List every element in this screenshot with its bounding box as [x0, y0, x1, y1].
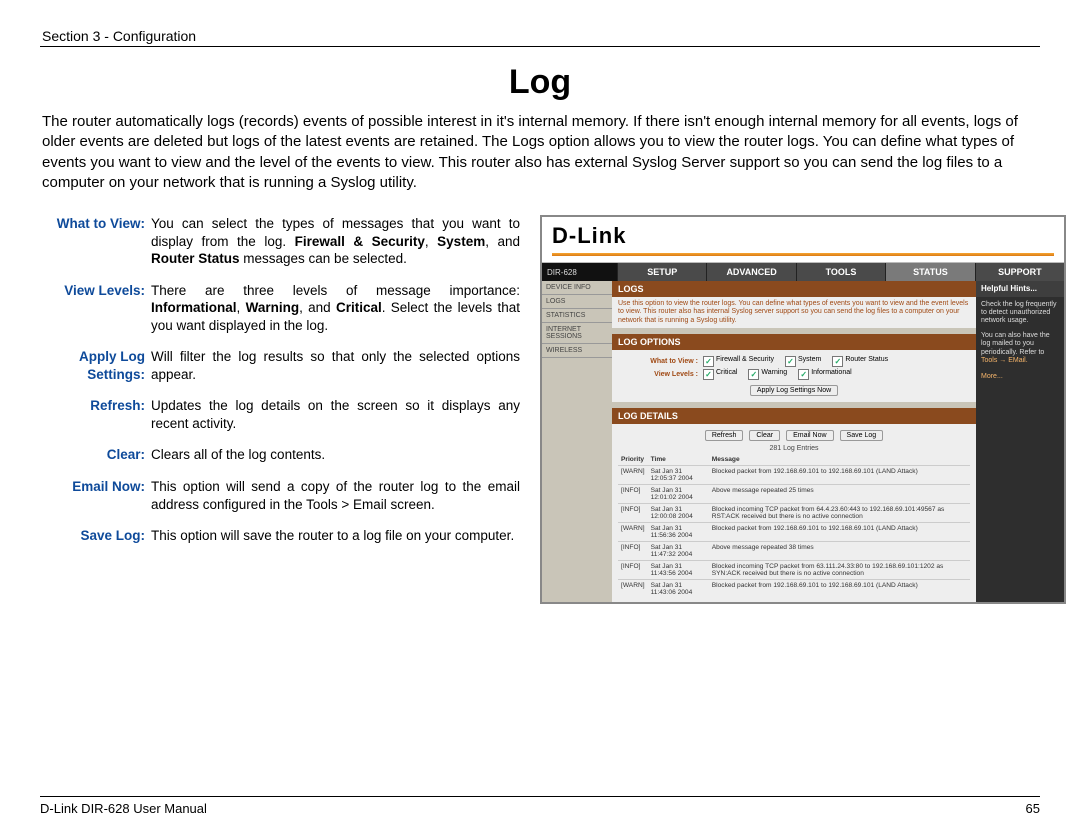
footer-page-number: 65 [1026, 801, 1040, 816]
sidebar-item[interactable]: LOGS [542, 295, 612, 309]
checkbox-label: System [798, 356, 821, 367]
save-log-button[interactable]: Save Log [840, 430, 884, 441]
refresh-button[interactable]: Refresh [705, 430, 744, 441]
logs-description: Use this option to view the router logs.… [612, 297, 976, 328]
def-term: What to View: [40, 215, 145, 268]
hints-text-1: Check the log frequently to detect unaut… [981, 301, 1059, 326]
nav-tab-tools[interactable]: TOOLS [796, 263, 885, 281]
checkbox[interactable]: ✓ [832, 356, 843, 367]
def-desc: Updates the log details on the screen so… [151, 397, 520, 432]
col-header: Message [709, 454, 970, 466]
table-row: [INFO]Sat Jan 31 11:47:32 2004Above mess… [618, 542, 970, 561]
hints-more-link[interactable]: More... [981, 373, 1059, 381]
sidebar-item[interactable]: DEVICE INFO [542, 281, 612, 295]
def-term: Save Log: [40, 527, 145, 545]
checkbox[interactable]: ✓ [798, 369, 809, 380]
log-details-header: LOG DETAILS [612, 408, 976, 424]
checkbox[interactable]: ✓ [748, 369, 759, 380]
brand-logo: D-Link [552, 223, 626, 248]
intro-paragraph: The router automatically logs (records) … [42, 112, 1038, 193]
checkbox[interactable]: ✓ [785, 356, 796, 367]
def-term: Email Now: [40, 478, 145, 513]
checkbox[interactable]: ✓ [703, 369, 714, 380]
col-header: Priority [618, 454, 648, 466]
table-row: [WARN]Sat Jan 31 11:43:06 2004Blocked pa… [618, 580, 970, 599]
router-screenshot: D-Link DIR-628 SETUPADVANCEDTOOLSSTATUSS… [540, 215, 1066, 604]
footer-left: D-Link DIR-628 User Manual [40, 801, 207, 816]
table-row: [INFO]Sat Jan 31 11:43:56 2004Blocked in… [618, 561, 970, 580]
model-label: DIR-628 [542, 263, 617, 281]
hints-header: Helpful Hints... [976, 281, 1064, 297]
log-count: 281 Log Entries [618, 445, 970, 452]
def-desc: There are three levels of message import… [151, 282, 520, 335]
def-desc: You can select the types of messages tha… [151, 215, 520, 268]
def-term: Apply Log Settings: [40, 348, 145, 383]
sidebar-item[interactable]: STATISTICS [542, 309, 612, 323]
hints-text-2: You can also have the log mailed to you … [981, 332, 1050, 356]
table-row: [INFO]Sat Jan 31 12:01:02 2004Above mess… [618, 485, 970, 504]
nav-tab-setup[interactable]: SETUP [617, 263, 706, 281]
hints-panel: Helpful Hints... Check the log frequentl… [976, 281, 1064, 602]
table-row: [WARN]Sat Jan 31 12:05:37 2004Blocked pa… [618, 466, 970, 485]
checkbox-label: Informational [811, 369, 851, 380]
log-table: PriorityTimeMessage [WARN]Sat Jan 31 12:… [618, 454, 970, 598]
top-rule [40, 46, 1040, 47]
log-options-body: What to View : ✓Firewall & Security✓Syst… [612, 350, 976, 402]
def-desc: This option will send a copy of the rout… [151, 478, 520, 513]
checkbox-label: Critical [716, 369, 737, 380]
logs-header: LOGS [612, 281, 976, 297]
def-desc: This option will save the router to a lo… [151, 527, 520, 545]
checkbox[interactable]: ✓ [703, 356, 714, 367]
log-options-header: LOG OPTIONS [612, 334, 976, 350]
def-term: Refresh: [40, 397, 145, 432]
checkbox-label: Firewall & Security [716, 356, 774, 367]
section-header: Section 3 - Configuration [42, 28, 1040, 44]
nav-tab-status[interactable]: STATUS [885, 263, 974, 281]
sidebar: DEVICE INFOLOGSSTATISTICSINTERNET SESSIO… [542, 281, 612, 602]
page-title: Log [40, 63, 1040, 102]
log-details-body: Refresh Clear Email Now Save Log 281 Log En… [612, 424, 976, 602]
checkbox-label: Warning [761, 369, 787, 380]
sidebar-item[interactable]: INTERNET SESSIONS [542, 323, 612, 344]
page-footer: D-Link DIR-628 User Manual 65 [40, 796, 1040, 816]
clear-button[interactable]: Clear [749, 430, 780, 441]
nav-row: DIR-628 SETUPADVANCEDTOOLSSTATUSSUPPORT [542, 263, 1064, 281]
checkbox-label: Router Status [845, 356, 888, 367]
def-desc: Will filter the log results so that only… [151, 348, 520, 383]
hints-link[interactable]: Tools → EMail. [981, 357, 1028, 364]
brand-bar: D-Link [542, 217, 1064, 263]
main-panel: LOGS Use this option to view the router … [612, 281, 976, 602]
nav-tab-support[interactable]: SUPPORT [975, 263, 1064, 281]
col-header: Time [648, 454, 709, 466]
apply-log-settings-button[interactable]: Apply Log Settings Now [750, 385, 838, 396]
sidebar-item[interactable]: WIRELESS [542, 344, 612, 358]
email-now-button[interactable]: Email Now [786, 430, 833, 441]
what-to-view-label: What to View : [618, 358, 698, 365]
view-levels-label: View Levels : [618, 371, 698, 378]
def-desc: Clears all of the log contents. [151, 446, 520, 464]
def-term: Clear: [40, 446, 145, 464]
table-row: [WARN]Sat Jan 31 11:56:36 2004Blocked pa… [618, 523, 970, 542]
definition-list: What to View:You can select the types of… [40, 215, 520, 545]
table-row: [INFO]Sat Jan 31 12:00:08 2004Blocked in… [618, 504, 970, 523]
nav-tab-advanced[interactable]: ADVANCED [706, 263, 795, 281]
def-term: View Levels: [40, 282, 145, 335]
